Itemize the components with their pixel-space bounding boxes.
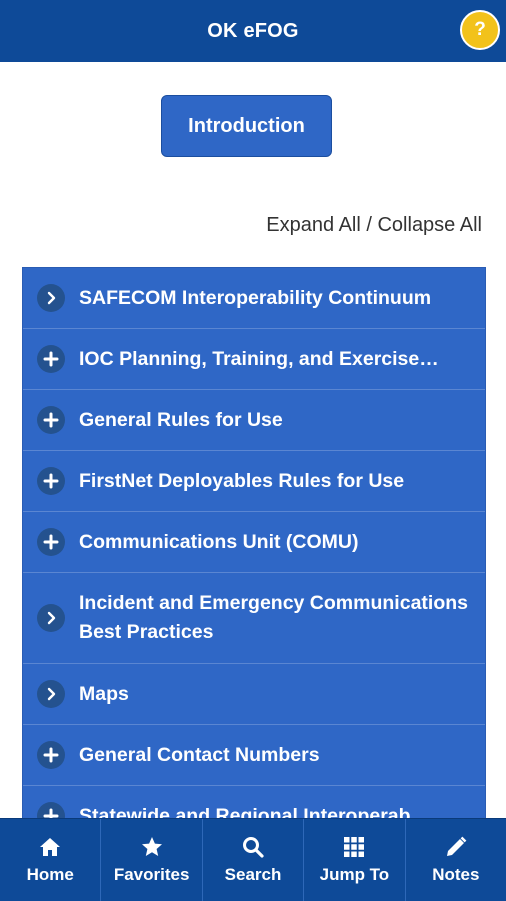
nav-favorites[interactable]: Favorites [101,819,203,901]
app-title: OK eFOG [207,19,299,42]
nav-home-label: Home [26,865,74,884]
home-icon [40,838,61,856]
chevron-right-icon [37,604,65,632]
app-header: OK eFOG ? [0,0,506,62]
section-item-safecom[interactable]: SAFECOM Interoperability Continuum [23,268,485,329]
section-item-best-practices[interactable]: Incident and Emergency Communications Be… [23,573,485,664]
plus-icon [37,345,65,373]
nav-notes[interactable]: Notes [406,819,506,901]
expand-all-link[interactable]: Expand All [266,214,361,236]
section-item-label: IOC Planning, Training, and Exercise… [79,347,439,370]
section-item-maps[interactable]: Maps [23,664,485,725]
plus-icon [37,406,65,434]
section-item-label: General Rules for Use [79,408,283,431]
section-item-label: General Contact Numbers [79,743,320,766]
nav-notes-label: Notes [432,865,480,884]
pencil-icon [446,836,467,856]
section-item-comu[interactable]: Communications Unit (COMU) [23,512,485,573]
section-item-label: Incident and Emergency Communications Be… [79,592,468,643]
section-item-label: FirstNet Deployables Rules for Use [79,469,405,492]
section-item-ioc-planning[interactable]: IOC Planning, Training, and Exercise… [23,329,485,390]
section-item-contact-numbers[interactable]: General Contact Numbers [23,725,485,786]
chevron-right-icon [37,680,65,708]
grid-icon [344,837,365,857]
help-button[interactable]: ? [460,10,500,50]
bottom-nav: Home Favorites Search Jump To Notes [0,818,506,901]
introduction-button[interactable]: Introduction [161,95,332,157]
plus-icon [37,741,65,769]
expand-collapse-controls: Expand All / Collapse All [266,214,482,237]
search-icon [243,837,264,858]
nav-jump-to[interactable]: Jump To [304,819,406,901]
question-icon: ? [474,19,486,40]
section-item-general-rules[interactable]: General Rules for Use [23,390,485,451]
nav-search-label: Search [224,865,282,884]
chevron-right-icon [37,284,65,312]
star-icon [141,837,162,856]
expand-collapse-separator: / [360,214,378,236]
section-item-label: SAFECOM Interoperability Continuum [79,286,432,309]
section-item-label: Maps [79,682,129,705]
nav-favorites-label: Favorites [113,865,190,884]
section-item-statewide[interactable]: Statewide and Regional Interoperab... [23,786,485,819]
nav-home[interactable]: Home [0,819,102,901]
section-item-label: Communications Unit (COMU) [79,530,359,553]
section-list: SAFECOM Interoperability Continuum IOC P… [22,267,486,819]
plus-icon [37,467,65,495]
section-item-firstnet[interactable]: FirstNet Deployables Rules for Use [23,451,485,512]
collapse-all-link[interactable]: Collapse All [377,214,482,236]
nav-jump-to-label: Jump To [319,865,390,884]
nav-search[interactable]: Search [203,819,305,901]
section-item-label: Statewide and Regional Interoperab... [79,804,427,819]
plus-icon [37,802,65,818]
plus-icon [37,528,65,556]
